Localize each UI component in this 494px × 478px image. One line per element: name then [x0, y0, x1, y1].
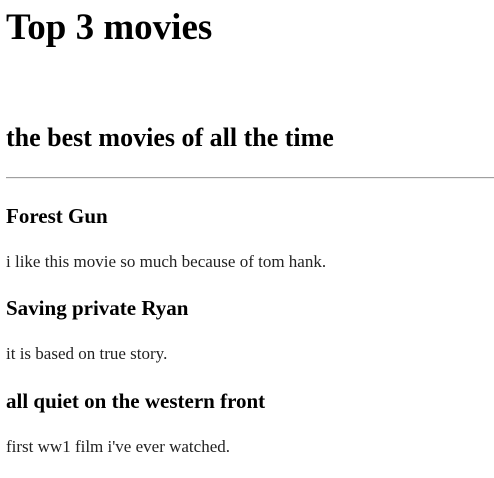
movie-description: it is based on true story. — [6, 344, 168, 363]
page: Top 3 movies the best movies of all the … — [0, 0, 494, 478]
divider — [6, 177, 494, 179]
movie-title: all quiet on the western front — [6, 389, 266, 413]
movie-description: first ww1 film i've ever watched. — [6, 437, 230, 456]
movie-title: Saving private Ryan — [6, 296, 189, 320]
movie-title: Forest Gun — [6, 204, 108, 228]
page-subtitle: the best movies of all the time — [6, 123, 334, 152]
page-title: Top 3 movies — [6, 7, 213, 48]
movie-description: i like this movie so much because of tom… — [6, 252, 327, 271]
